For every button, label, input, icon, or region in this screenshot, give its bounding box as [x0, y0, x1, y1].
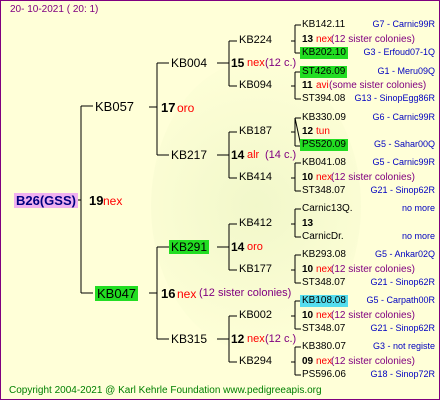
gen4-colony-6: KB177 [239, 263, 273, 275]
gen5-num-4: 10 [302, 172, 314, 183]
gen3-mark-3: oro [247, 241, 263, 253]
gen5-note-4: (12 sister colonies) [331, 172, 415, 183]
gen5-top-2: ST426.09 [300, 66, 348, 78]
gen5-top-8: KB380.07 [302, 341, 346, 352]
gen5-note-1: (12 sister colonies) [331, 34, 415, 45]
gen5-top-ref-6: G5 - Ankar02Q [374, 249, 435, 259]
gen4-colony-4: KB414 [239, 171, 273, 183]
gen5-num-5: 13 [302, 218, 314, 229]
gen5-top-ref-8: G3 - not registe [372, 341, 435, 351]
gen3-colony-2: KB217 [171, 148, 208, 162]
gen5-top-3: KB330.09 [302, 112, 346, 123]
copyright-footer: Copyright 2004-2021 @ Karl Kehrle Founda… [9, 385, 322, 396]
gen3-mark-4: nex [247, 333, 265, 345]
root-mark: nex [103, 194, 123, 208]
gen5-num-6: 10 [302, 264, 314, 275]
root-colony-label: B26(GSS) [14, 193, 78, 208]
gen5-top-5: Carnic13Q. [302, 203, 353, 214]
report-date: 20- 10-2021 ( 20: 1) [10, 4, 99, 15]
gen3-num-4: 12 [231, 332, 245, 346]
gen5-bot-7: ST348.07 [302, 323, 346, 334]
gen5-bot-ref-5: no more [401, 231, 435, 241]
gen5-bot-ref-4: G21 - Sinop62R [370, 185, 435, 195]
gen5-top-ref-2: G1 - Meru09Q [377, 66, 435, 76]
gen5-note-8: (12 sister colonies) [331, 356, 415, 367]
gen4-colony-8: KB294 [239, 355, 273, 367]
gen3-colony-1: KB004 [171, 56, 208, 70]
gen3-colony-4: KB315 [171, 332, 208, 346]
gen5-num-1: 13 [302, 34, 314, 45]
root-generation: 19 [89, 193, 104, 208]
gen5-bot-3: PS520.09 [300, 139, 348, 151]
gen5-mark-1: nex [316, 34, 333, 45]
gen4-colony-1: KB224 [239, 34, 273, 46]
gen2-mark-2: nex [177, 287, 197, 301]
gen5-top-4: KB041.08 [302, 157, 346, 168]
gen5-top-ref-1: G7 - Carnic99R [372, 19, 435, 29]
gen5-top-7: KB108.08 [300, 295, 348, 307]
gen4-colony-3: KB187 [239, 125, 273, 137]
gen4-colony-2: KB094 [239, 79, 273, 91]
gen3-note-4: (12 c.) [265, 333, 297, 345]
gen5-top-ref-7: G5 - Carpath00R [366, 295, 435, 305]
gen2-note-2: (12 sister colonies) [199, 287, 292, 299]
gen5-num-3: 12 [302, 126, 314, 137]
gen2-num-1: 17 [161, 100, 176, 115]
gen5-num-8: 09 [302, 356, 314, 367]
gen3-num-2: 14 [231, 148, 245, 162]
gen5-mark-4: nex [316, 172, 333, 183]
gen5-note-7: (12 sister colonies) [331, 310, 415, 321]
gen5-bot-5: CarnicDr. [302, 231, 344, 242]
gen4-colony-7: KB002 [239, 309, 273, 321]
gen5-bot-ref-8: G18 - Sinop72R [370, 369, 435, 379]
gen5-num-7: 10 [302, 310, 314, 321]
pedigree-chart: 20- 10-2021 ( 20: 1) B26(GSS) 19 nex KB0… [0, 0, 440, 400]
gen2-num-2: 16 [161, 286, 176, 301]
gen5-bot-1: KB202.10 [300, 47, 348, 59]
gen5-bot-8: PS596.06 [302, 369, 346, 380]
gen5-mark-7: nex [316, 310, 333, 321]
gen2-mark-1: oro [177, 101, 195, 115]
gen3-mark-2: alr [247, 149, 260, 161]
gen4-colony-5: KB412 [239, 217, 273, 229]
gen2-colony-1: KB057 [95, 99, 135, 114]
gen5-top-ref-3: G6 - Carnic99R [372, 112, 435, 122]
gen5-top-6: KB293.08 [302, 249, 346, 260]
gen2-colony-2: KB047 [95, 286, 139, 301]
gen5-bot-6: ST348.07 [302, 277, 346, 288]
gen5-top-ref-5: no more [401, 203, 435, 213]
gen5-mark-8: nex [316, 356, 333, 367]
gen5-bot-4: ST348.07 [302, 185, 346, 196]
gen5-mark-3: tun [316, 126, 330, 137]
gen3-colony-3: KB291 [169, 240, 210, 254]
gen3-num-1: 15 [231, 56, 245, 70]
gen5-bot-ref-7: G21 - Sinop62R [370, 323, 435, 333]
gen5-mark-2: avi [316, 80, 329, 91]
gen5-bot-ref-6: G21 - Sinop62R [370, 277, 435, 287]
gen5-top-1: KB142.11 [302, 19, 346, 30]
gen5-note-6: (12 sister colonies) [331, 264, 415, 275]
gen3-note-2: (14 c.) [265, 149, 297, 161]
gen3-note-1: (12 c.) [265, 57, 297, 69]
gen3-num-3: 14 [231, 240, 245, 254]
gen5-bot-ref-1: G3 - Erfoud07-1Q [363, 47, 435, 57]
gen3-mark-1: nex [247, 57, 265, 69]
gen5-bot-ref-3: G5 - Sahar00Q [373, 139, 435, 149]
gen5-top-ref-4: G5 - Carnic99R [372, 157, 435, 167]
gen5-mark-6: nex [316, 264, 333, 275]
gen5-note-2: (some sister colonies) [329, 80, 427, 91]
gen5-bot-ref-2: G13 - SinopEgg86R [354, 93, 435, 103]
gen5-num-2: 11 [302, 80, 313, 91]
gen5-bot-2: ST394.08 [302, 93, 346, 104]
